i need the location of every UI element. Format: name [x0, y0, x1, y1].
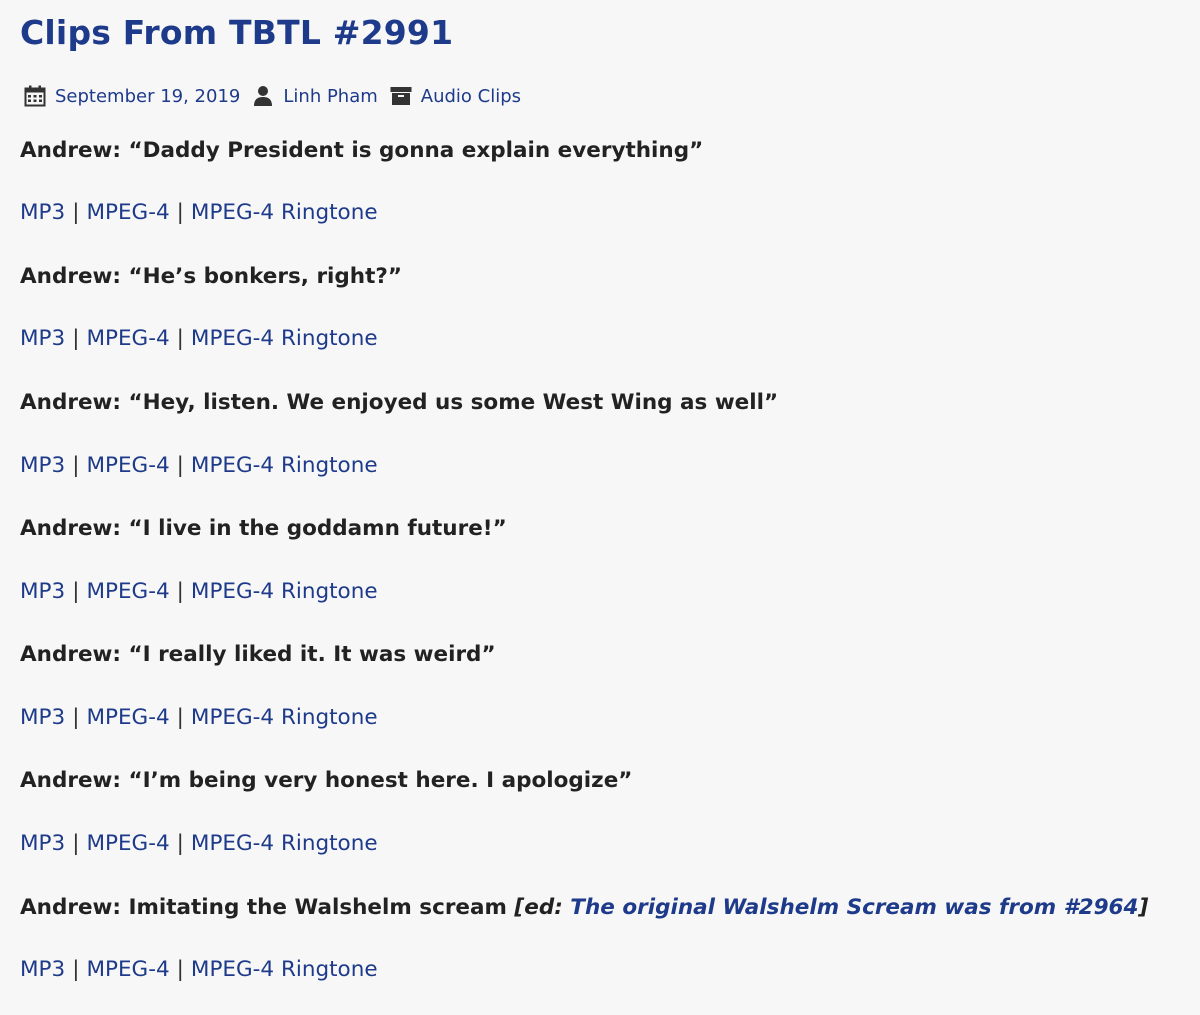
- calendar-icon: [24, 85, 46, 107]
- clip-quote-text: Andrew: Imitating the Walshelm scream: [20, 895, 515, 920]
- mpeg4-ringtone-link[interactable]: MPEG-4 Ringtone: [191, 453, 378, 478]
- clip-item: Andrew: “I live in the goddamn future!”: [20, 516, 507, 541]
- mpeg4-link[interactable]: MPEG-4: [86, 326, 169, 351]
- mp3-link[interactable]: MP3: [20, 200, 65, 225]
- link-separator: |: [72, 957, 80, 982]
- mp3-link[interactable]: MP3: [20, 453, 65, 478]
- clip-quote: Andrew: “Daddy President is gonna explai…: [20, 138, 704, 163]
- archive-icon: [390, 85, 412, 107]
- mpeg4-ringtone-link[interactable]: MPEG-4 Ringtone: [191, 200, 378, 225]
- meta-category: Audio Clips: [390, 85, 521, 107]
- editor-note: [ed: The original Walshelm Scream was fr…: [514, 895, 1148, 920]
- link-separator: |: [72, 453, 80, 478]
- clip-item: Andrew: Imitating the Walshelm scream [e…: [20, 895, 1148, 920]
- mpeg4-ringtone-link[interactable]: MPEG-4 Ringtone: [191, 831, 378, 856]
- clip-quote: Andrew: Imitating the Walshelm scream [e…: [20, 895, 1148, 920]
- clip-quote: Andrew: “Hey, listen. We enjoyed us some…: [20, 390, 779, 415]
- mpeg4-ringtone-link[interactable]: MPEG-4 Ringtone: [191, 326, 378, 351]
- link-separator: |: [176, 200, 184, 225]
- link-separator: |: [176, 957, 184, 982]
- mp3-link[interactable]: MP3: [20, 326, 65, 351]
- clip-quote: Andrew: “I really liked it. It was weird…: [20, 642, 496, 667]
- link-separator: |: [176, 831, 184, 856]
- mp3-link[interactable]: MP3: [20, 831, 65, 856]
- link-separator: |: [72, 705, 80, 730]
- link-separator: |: [176, 579, 184, 604]
- clip-download-links: MP3 | MPEG-4 | MPEG-4 Ringtone: [20, 326, 378, 351]
- link-separator: |: [72, 579, 80, 604]
- mp3-link[interactable]: MP3: [20, 705, 65, 730]
- mpeg4-link[interactable]: MPEG-4: [86, 200, 169, 225]
- clip-download-links: MP3 | MPEG-4 | MPEG-4 Ringtone: [20, 579, 378, 604]
- mpeg4-link[interactable]: MPEG-4: [86, 831, 169, 856]
- link-separator: |: [176, 453, 184, 478]
- mpeg4-link[interactable]: MPEG-4: [86, 705, 169, 730]
- mp3-link[interactable]: MP3: [20, 957, 65, 982]
- mpeg4-ringtone-link[interactable]: MPEG-4 Ringtone: [191, 705, 378, 730]
- link-separator: |: [176, 326, 184, 351]
- clip-download-links: MP3 | MPEG-4 | MPEG-4 Ringtone: [20, 453, 378, 478]
- meta-date: September 19, 2019: [24, 85, 240, 107]
- clip-quote: Andrew: “I live in the goddamn future!”: [20, 516, 507, 541]
- clip-download-links: MP3 | MPEG-4 | MPEG-4 Ringtone: [20, 705, 378, 730]
- clip-item: Andrew: “Hey, listen. We enjoyed us some…: [20, 390, 778, 415]
- clip-item: Andrew: “Daddy President is gonna explai…: [20, 138, 703, 163]
- link-separator: |: [176, 705, 184, 730]
- link-separator: |: [72, 326, 80, 351]
- clip-download-links: MP3 | MPEG-4 | MPEG-4 Ringtone: [20, 831, 378, 856]
- clip-item: Andrew: “I really liked it. It was weird…: [20, 642, 496, 667]
- post-meta: September 19, 2019 Linh Pham Audio Clips: [24, 83, 533, 109]
- clip-download-links: MP3 | MPEG-4 | MPEG-4 Ringtone: [20, 200, 378, 225]
- editor-note-open: [ed:: [514, 895, 571, 920]
- post-title: Clips From TBTL #2991: [20, 13, 454, 52]
- user-icon: [252, 85, 274, 107]
- mpeg4-link[interactable]: MPEG-4: [86, 957, 169, 982]
- clip-quote: Andrew: “He’s bonkers, right?”: [20, 264, 402, 289]
- mpeg4-link[interactable]: MPEG-4: [86, 579, 169, 604]
- mpeg4-ringtone-link[interactable]: MPEG-4 Ringtone: [191, 579, 378, 604]
- post-date-link[interactable]: September 19, 2019: [55, 86, 240, 107]
- meta-author: Linh Pham: [252, 85, 378, 107]
- mp3-link[interactable]: MP3: [20, 579, 65, 604]
- mpeg4-ringtone-link[interactable]: MPEG-4 Ringtone: [191, 957, 378, 982]
- mpeg4-link[interactable]: MPEG-4: [86, 453, 169, 478]
- post-category-link[interactable]: Audio Clips: [421, 86, 521, 107]
- editor-note-link[interactable]: The original Walshelm Scream was from #2…: [570, 895, 1138, 920]
- clip-quote: Andrew: “I’m being very honest here. I a…: [20, 768, 633, 793]
- link-separator: |: [72, 200, 80, 225]
- clip-item: Andrew: “He’s bonkers, right?”: [20, 264, 402, 289]
- clip-download-links: MP3 | MPEG-4 | MPEG-4 Ringtone: [20, 957, 378, 982]
- editor-note-close: ]: [1138, 895, 1149, 920]
- clip-item: Andrew: “I’m being very honest here. I a…: [20, 768, 632, 793]
- link-separator: |: [72, 831, 80, 856]
- post-author-link[interactable]: Linh Pham: [283, 86, 377, 107]
